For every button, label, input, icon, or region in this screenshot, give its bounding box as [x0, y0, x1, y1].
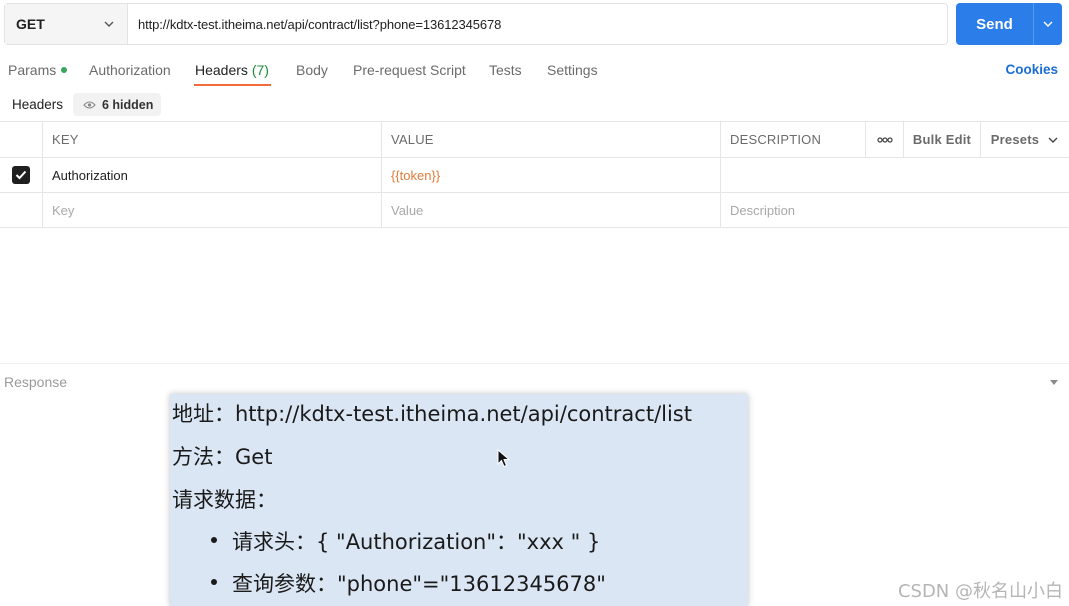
- send-button[interactable]: Send: [956, 3, 1034, 45]
- eye-icon: [83, 100, 96, 109]
- tab-tests[interactable]: Tests: [489, 62, 522, 88]
- chevron-down-icon: [1043, 21, 1053, 27]
- new-description-input[interactable]: Description: [721, 193, 1069, 227]
- url-input[interactable]: http://kdtx-test.itheima.net/api/contrac…: [128, 4, 947, 44]
- column-header-key: KEY: [43, 122, 382, 157]
- response-label[interactable]: Response: [4, 374, 67, 390]
- api-note-card: 地址：http://kdtx-test.itheima.net/api/cont…: [170, 394, 748, 606]
- header-value-cell[interactable]: {{token}}: [382, 158, 721, 192]
- headers-subtitle: Headers: [12, 97, 64, 112]
- send-dropdown-button[interactable]: [1034, 3, 1062, 45]
- table-row-new: Key Value Description: [0, 193, 1069, 228]
- bulk-edit-button[interactable]: Bulk Edit: [904, 122, 981, 157]
- header-checkbox-col: [0, 122, 43, 157]
- tab-settings[interactable]: Settings: [547, 62, 598, 88]
- table-row: Authorization {{token}}: [0, 158, 1069, 193]
- tab-body[interactable]: Body: [296, 62, 328, 88]
- mouse-cursor-icon: [497, 449, 511, 468]
- tab-pre-request-script-label: Pre-request Script: [353, 62, 466, 78]
- watermark: CSDN @秋名山小白: [897, 581, 1063, 602]
- active-tab-indicator: [194, 84, 271, 86]
- checkbox-checked: [12, 166, 30, 184]
- row-empty-checkbox-col: [0, 193, 43, 227]
- tab-params[interactable]: Params: [8, 62, 68, 88]
- new-key-input[interactable]: Key: [43, 193, 382, 227]
- chevron-down-icon: [1048, 137, 1058, 143]
- checkmark-icon: [15, 170, 27, 180]
- header-key-cell[interactable]: Authorization: [43, 158, 382, 192]
- note-request-data: 请求数据：: [172, 488, 277, 512]
- request-bar: GET http://kdtx-test.itheima.net/api/con…: [4, 3, 948, 45]
- tab-pre-request-script[interactable]: Pre-request Script: [353, 62, 466, 88]
- new-value-input[interactable]: Value: [382, 193, 721, 227]
- response-divider: [0, 363, 1069, 364]
- hidden-headers-toggle[interactable]: 6 hidden: [73, 93, 161, 116]
- presets-label: Presets: [990, 132, 1040, 147]
- request-tabs: Params Authorization Headers (7) Body Pr…: [0, 58, 1069, 86]
- tab-body-label: Body: [296, 62, 328, 78]
- tab-authorization[interactable]: Authorization: [89, 62, 171, 88]
- tab-headers-count: (7): [251, 62, 269, 78]
- tab-authorization-label: Authorization: [89, 62, 171, 78]
- more-options-button[interactable]: [866, 122, 904, 157]
- presets-dropdown[interactable]: Presets: [981, 122, 1069, 157]
- header-description-cell[interactable]: [721, 158, 1069, 192]
- url-text: http://kdtx-test.itheima.net/api/contrac…: [138, 16, 502, 32]
- params-indicator-dot: [61, 67, 68, 74]
- chevron-down-icon: [104, 21, 114, 27]
- note-method: 方法：Get: [172, 445, 273, 469]
- row-enable-checkbox[interactable]: [0, 158, 43, 192]
- note-bullet-query: 查询参数："phone"="13612345678": [232, 572, 606, 596]
- hidden-headers-label: 6 hidden: [102, 97, 154, 112]
- column-header-description: DESCRIPTION: [721, 122, 866, 157]
- send-group: Send: [956, 3, 1062, 45]
- note-address: 地址：http://kdtx-test.itheima.net/api/cont…: [172, 402, 692, 426]
- method-label: GET: [16, 16, 45, 32]
- method-select[interactable]: GET: [5, 4, 128, 44]
- tab-tests-label: Tests: [489, 62, 522, 78]
- headers-table: KEY VALUE DESCRIPTION Bulk Edit Presets: [0, 121, 1069, 228]
- cookies-link[interactable]: Cookies: [1005, 62, 1058, 77]
- bullet-dot: [211, 579, 217, 585]
- more-horizontal-icon: [876, 136, 893, 143]
- caret-down-icon[interactable]: [1049, 379, 1059, 387]
- send-label: Send: [976, 15, 1013, 33]
- tab-settings-label: Settings: [547, 62, 598, 78]
- table-header-row: KEY VALUE DESCRIPTION Bulk Edit Presets: [0, 122, 1069, 158]
- note-bullet-headers: 请求头：{ "Authorization"："xxx " }: [232, 530, 601, 554]
- bullet-dot: [211, 537, 217, 543]
- tab-headers-label: Headers: [195, 62, 248, 78]
- column-header-value: VALUE: [382, 122, 721, 157]
- tab-params-label: Params: [8, 62, 57, 78]
